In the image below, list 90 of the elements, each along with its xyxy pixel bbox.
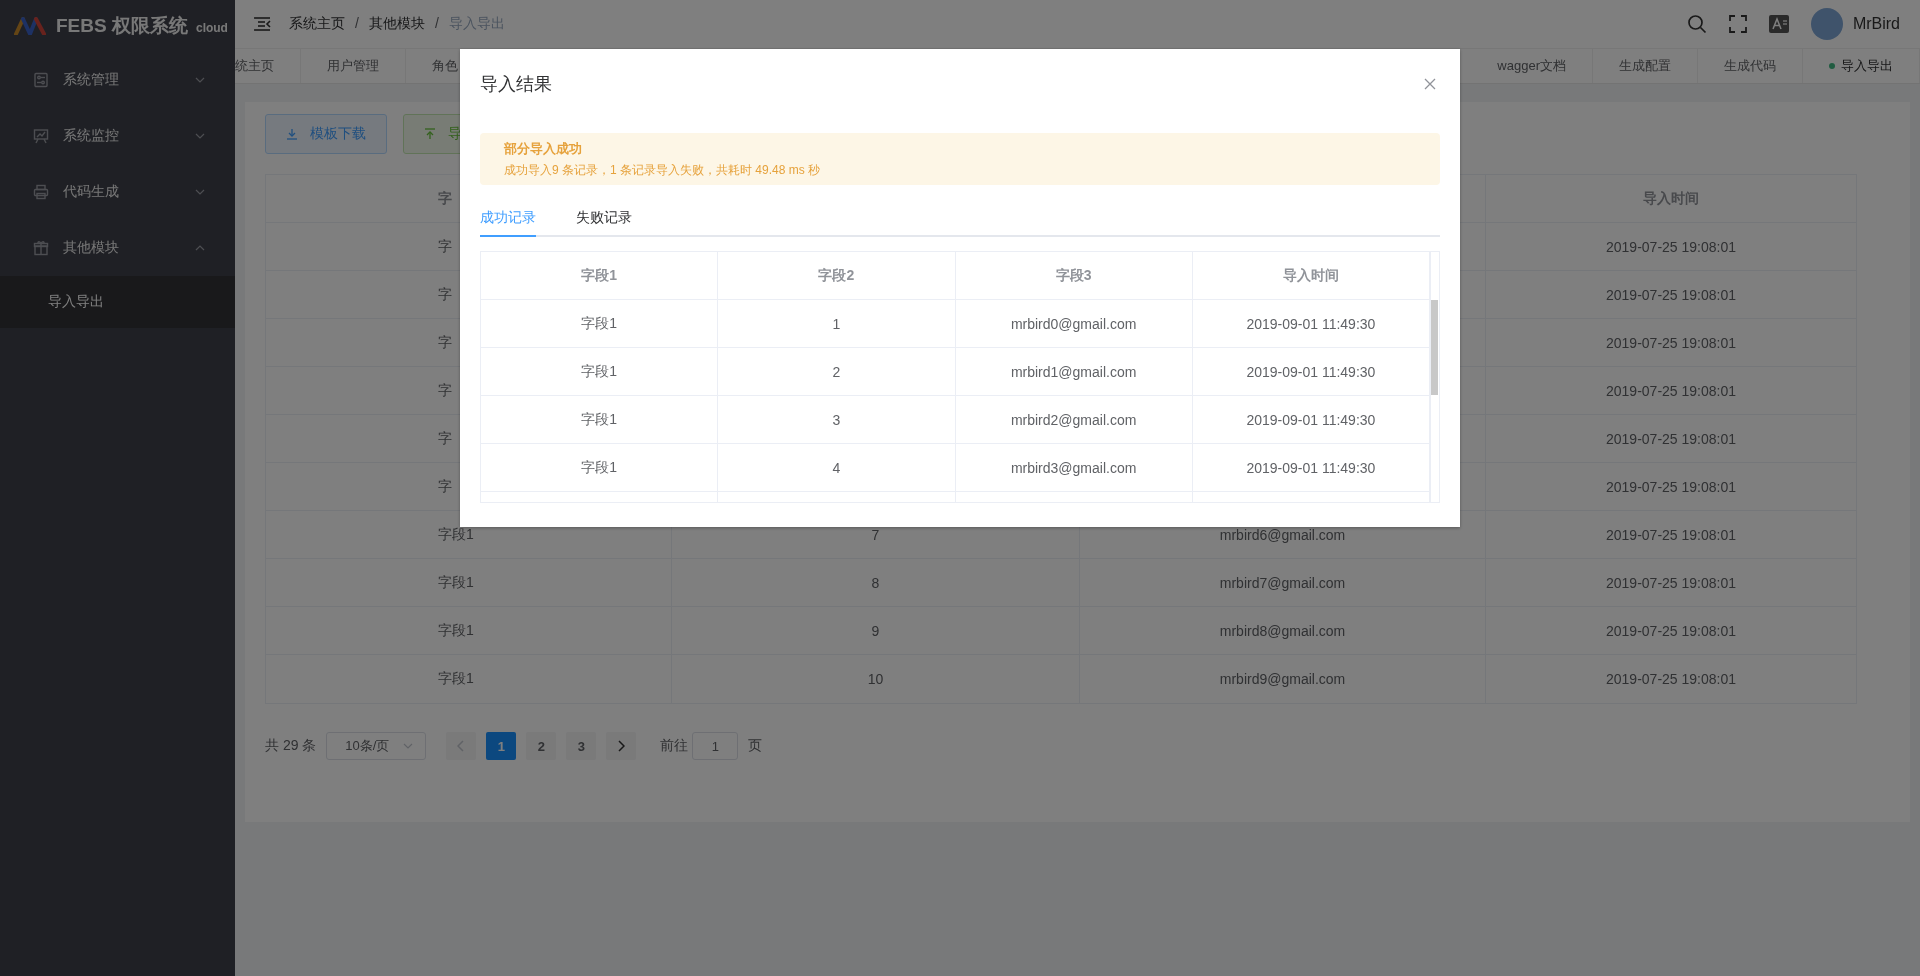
table-cell: 2 bbox=[718, 348, 956, 395]
page-number[interactable]: 2 bbox=[526, 732, 557, 760]
app-title: FEBS 权限系统 bbox=[56, 14, 188, 38]
menu-item[interactable]: 其他模块 bbox=[0, 220, 235, 276]
table-cell: 字段1 bbox=[481, 444, 719, 491]
table-cell: 字段1 bbox=[481, 300, 719, 347]
page-input[interactable]: 1 bbox=[692, 732, 739, 760]
chevron-left-icon bbox=[457, 740, 466, 752]
table-cell: mrbird7@gmail.com bbox=[1080, 559, 1486, 606]
page-tab[interactable]: 统主页 bbox=[235, 49, 301, 83]
table-cell-text: 2019-07-25 19:08:01 bbox=[1605, 573, 1737, 593]
avatar[interactable] bbox=[1810, 8, 1843, 40]
table-cell: 2019-09-01 11:49:30 bbox=[1192, 348, 1430, 395]
alert-title: 部分导入成功 bbox=[504, 139, 583, 158]
chevron-down-icon bbox=[195, 133, 205, 139]
app-subtitle: cloud bbox=[195, 21, 228, 35]
table-cell-text: 2019-07-25 19:08:01 bbox=[1605, 670, 1737, 689]
table-cell: mrbird8@gmail.com bbox=[1080, 607, 1486, 654]
table-cell: 8 bbox=[672, 559, 1080, 606]
fullscreen-icon[interactable] bbox=[1728, 15, 1747, 33]
goto-label: 前往 bbox=[660, 737, 689, 755]
table-cell-text: 2019-07-25 19:08:01 bbox=[1605, 333, 1737, 353]
presentation-icon bbox=[33, 128, 49, 144]
menu-item[interactable]: 系统监控 bbox=[0, 108, 235, 164]
breadcrumb-link[interactable]: 系统主页 bbox=[289, 15, 345, 33]
page-tab[interactable]: 生成配置 bbox=[1593, 49, 1698, 83]
chevron-down-icon bbox=[195, 189, 205, 195]
table-cell: 1 bbox=[718, 300, 956, 347]
result-tab[interactable]: 成功记录 bbox=[480, 203, 536, 237]
column-header: 字段1 bbox=[481, 252, 719, 299]
dashboard-icon bbox=[33, 72, 49, 88]
page-tab[interactable]: 导入导出 bbox=[1803, 49, 1920, 83]
chevron-right-icon bbox=[617, 740, 626, 752]
breadcrumb-separator: / bbox=[355, 15, 359, 33]
table-cell: mrbird1@gmail.com bbox=[955, 348, 1193, 395]
submenu-item[interactable]: 导入导出 bbox=[0, 276, 235, 328]
chevron-up-icon bbox=[195, 245, 205, 251]
table-cell: 字段1 bbox=[266, 655, 672, 703]
scrollbar-thumb[interactable] bbox=[1431, 300, 1438, 395]
table-cell: 字段1 bbox=[266, 559, 672, 606]
table-cell: mrbird2@gmail.com bbox=[955, 396, 1193, 443]
table-cell-text: 2019-07-25 19:08:01 bbox=[1605, 621, 1737, 641]
column-header: 字段3 bbox=[955, 252, 1193, 299]
menu-item[interactable]: 系统管理 bbox=[0, 52, 235, 108]
menu-icon[interactable] bbox=[253, 17, 271, 31]
breadcrumb-separator: / bbox=[434, 15, 439, 33]
table-cell: 2019-09-01 11:49:30 bbox=[1192, 444, 1430, 491]
table-cell-text: 2019-07-25 19:08:01 bbox=[1605, 237, 1737, 257]
table-cell: mrbird9@gmail.com bbox=[1080, 655, 1486, 703]
chevron-down-icon bbox=[195, 77, 205, 83]
column-header: 导入时间 bbox=[1192, 252, 1430, 299]
table-cell-text: 2019-07-25 19:08:01 bbox=[1605, 429, 1737, 449]
column-header: 字段2 bbox=[718, 252, 956, 299]
upload-icon bbox=[424, 128, 436, 140]
search-icon[interactable] bbox=[1686, 14, 1707, 34]
table-cell: 2019-09-01 11:49:30 bbox=[1192, 300, 1430, 347]
table-cell: 字段1 bbox=[266, 607, 672, 654]
breadcrumb-link[interactable]: 其他模块 bbox=[368, 15, 425, 33]
printer-icon bbox=[33, 184, 49, 200]
user-name[interactable]: MrBird bbox=[1852, 15, 1900, 33]
download-icon bbox=[286, 128, 298, 140]
translate-icon[interactable] bbox=[1768, 15, 1789, 33]
table-cell-text: 2019-07-25 19:08:01 bbox=[1605, 525, 1737, 545]
table-cell-text: 2019-07-25 19:08:01 bbox=[1605, 285, 1737, 305]
table-cell: 字段1 bbox=[481, 396, 719, 443]
next-page-button[interactable] bbox=[606, 732, 637, 760]
table-cell: 2019-09-01 11:49:30 bbox=[1192, 396, 1430, 443]
table-cell: 9 bbox=[672, 607, 1080, 654]
page-tab[interactable]: wagger文档 bbox=[1471, 49, 1593, 83]
table-cell-text: 2019-07-25 19:08:01 bbox=[1605, 477, 1737, 497]
menu-item[interactable]: 代码生成 bbox=[0, 164, 235, 220]
page-unit: 页 bbox=[748, 737, 763, 755]
page-tab[interactable]: 用户管理 bbox=[301, 49, 406, 83]
logo-icon bbox=[14, 17, 48, 35]
table-cell: 字段1 bbox=[481, 348, 719, 395]
page-size-select[interactable]: 10条/页 bbox=[326, 732, 427, 760]
table-cell: 10 bbox=[672, 655, 1080, 703]
table-cell: mrbird0@gmail.com bbox=[955, 300, 1193, 347]
gift-icon bbox=[33, 240, 49, 256]
table-cell: mrbird3@gmail.com bbox=[955, 444, 1193, 491]
chevron-down-icon bbox=[403, 743, 414, 749]
close-icon[interactable] bbox=[1424, 78, 1436, 90]
page-number[interactable]: 1 bbox=[486, 732, 517, 760]
total-count: 共 29 条 bbox=[265, 737, 317, 755]
table-cell: 4 bbox=[718, 444, 956, 491]
table-cell: 3 bbox=[718, 396, 956, 443]
page-tab[interactable]: 生成代码 bbox=[1698, 49, 1803, 83]
page-number[interactable]: 3 bbox=[566, 732, 597, 760]
download-button[interactable]: 模板下载 bbox=[265, 114, 387, 154]
table-cell-text: 2019-07-25 19:08:01 bbox=[1605, 381, 1737, 401]
